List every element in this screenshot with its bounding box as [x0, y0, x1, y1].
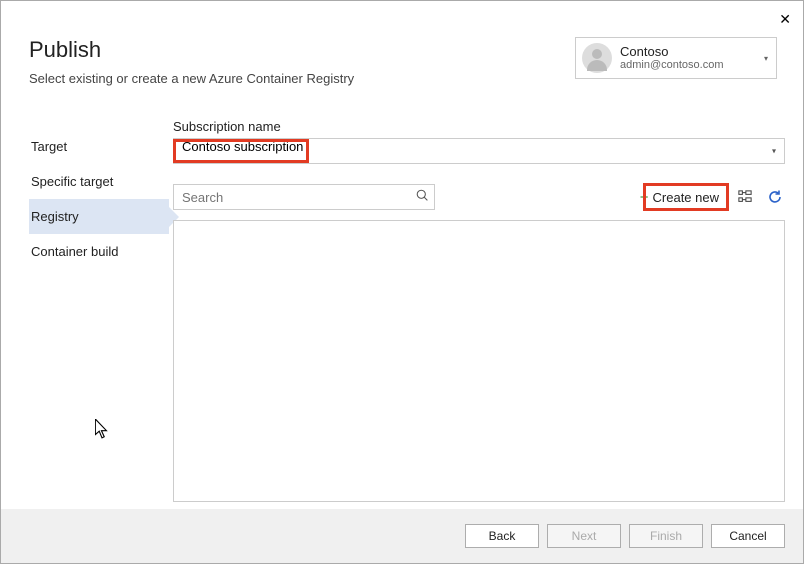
create-new-button[interactable]: + Create new	[634, 184, 725, 210]
dialog-footer: Back Next Finish Cancel	[1, 509, 803, 563]
nav-item-target[interactable]: Target	[29, 129, 169, 164]
search-icon[interactable]	[410, 189, 434, 205]
search-input-container	[173, 184, 435, 210]
chevron-down-icon: ▾	[764, 54, 768, 63]
chevron-down-icon: ▾	[772, 147, 776, 156]
create-new-label: Create new	[653, 190, 719, 205]
avatar-icon	[582, 43, 612, 73]
nav-item-container-build[interactable]: Container build	[29, 234, 169, 269]
cursor-icon	[95, 419, 109, 439]
back-button[interactable]: Back	[465, 524, 539, 548]
cancel-button[interactable]: Cancel	[711, 524, 785, 548]
account-email: admin@contoso.com	[620, 59, 764, 71]
account-selector[interactable]: Contoso admin@contoso.com ▾	[575, 37, 777, 79]
finish-button[interactable]: Finish	[629, 524, 703, 548]
subscription-dropdown[interactable]: Contoso subscription ▾	[173, 138, 785, 164]
nav-item-registry[interactable]: Registry	[29, 199, 169, 234]
tree-view-icon[interactable]	[735, 187, 755, 207]
wizard-nav: Target Specific target Registry Containe…	[29, 129, 169, 269]
nav-item-specific-target[interactable]: Specific target	[29, 164, 169, 199]
plus-icon: +	[640, 189, 649, 206]
subscription-label: Subscription name	[173, 119, 785, 134]
registry-list-panel[interactable]	[173, 220, 785, 502]
subscription-value: Contoso subscription	[182, 139, 303, 154]
refresh-icon[interactable]	[765, 187, 785, 207]
close-icon[interactable]: ✕	[779, 11, 791, 28]
next-button[interactable]: Next	[547, 524, 621, 548]
search-input[interactable]	[182, 190, 410, 205]
account-name: Contoso	[620, 45, 764, 59]
